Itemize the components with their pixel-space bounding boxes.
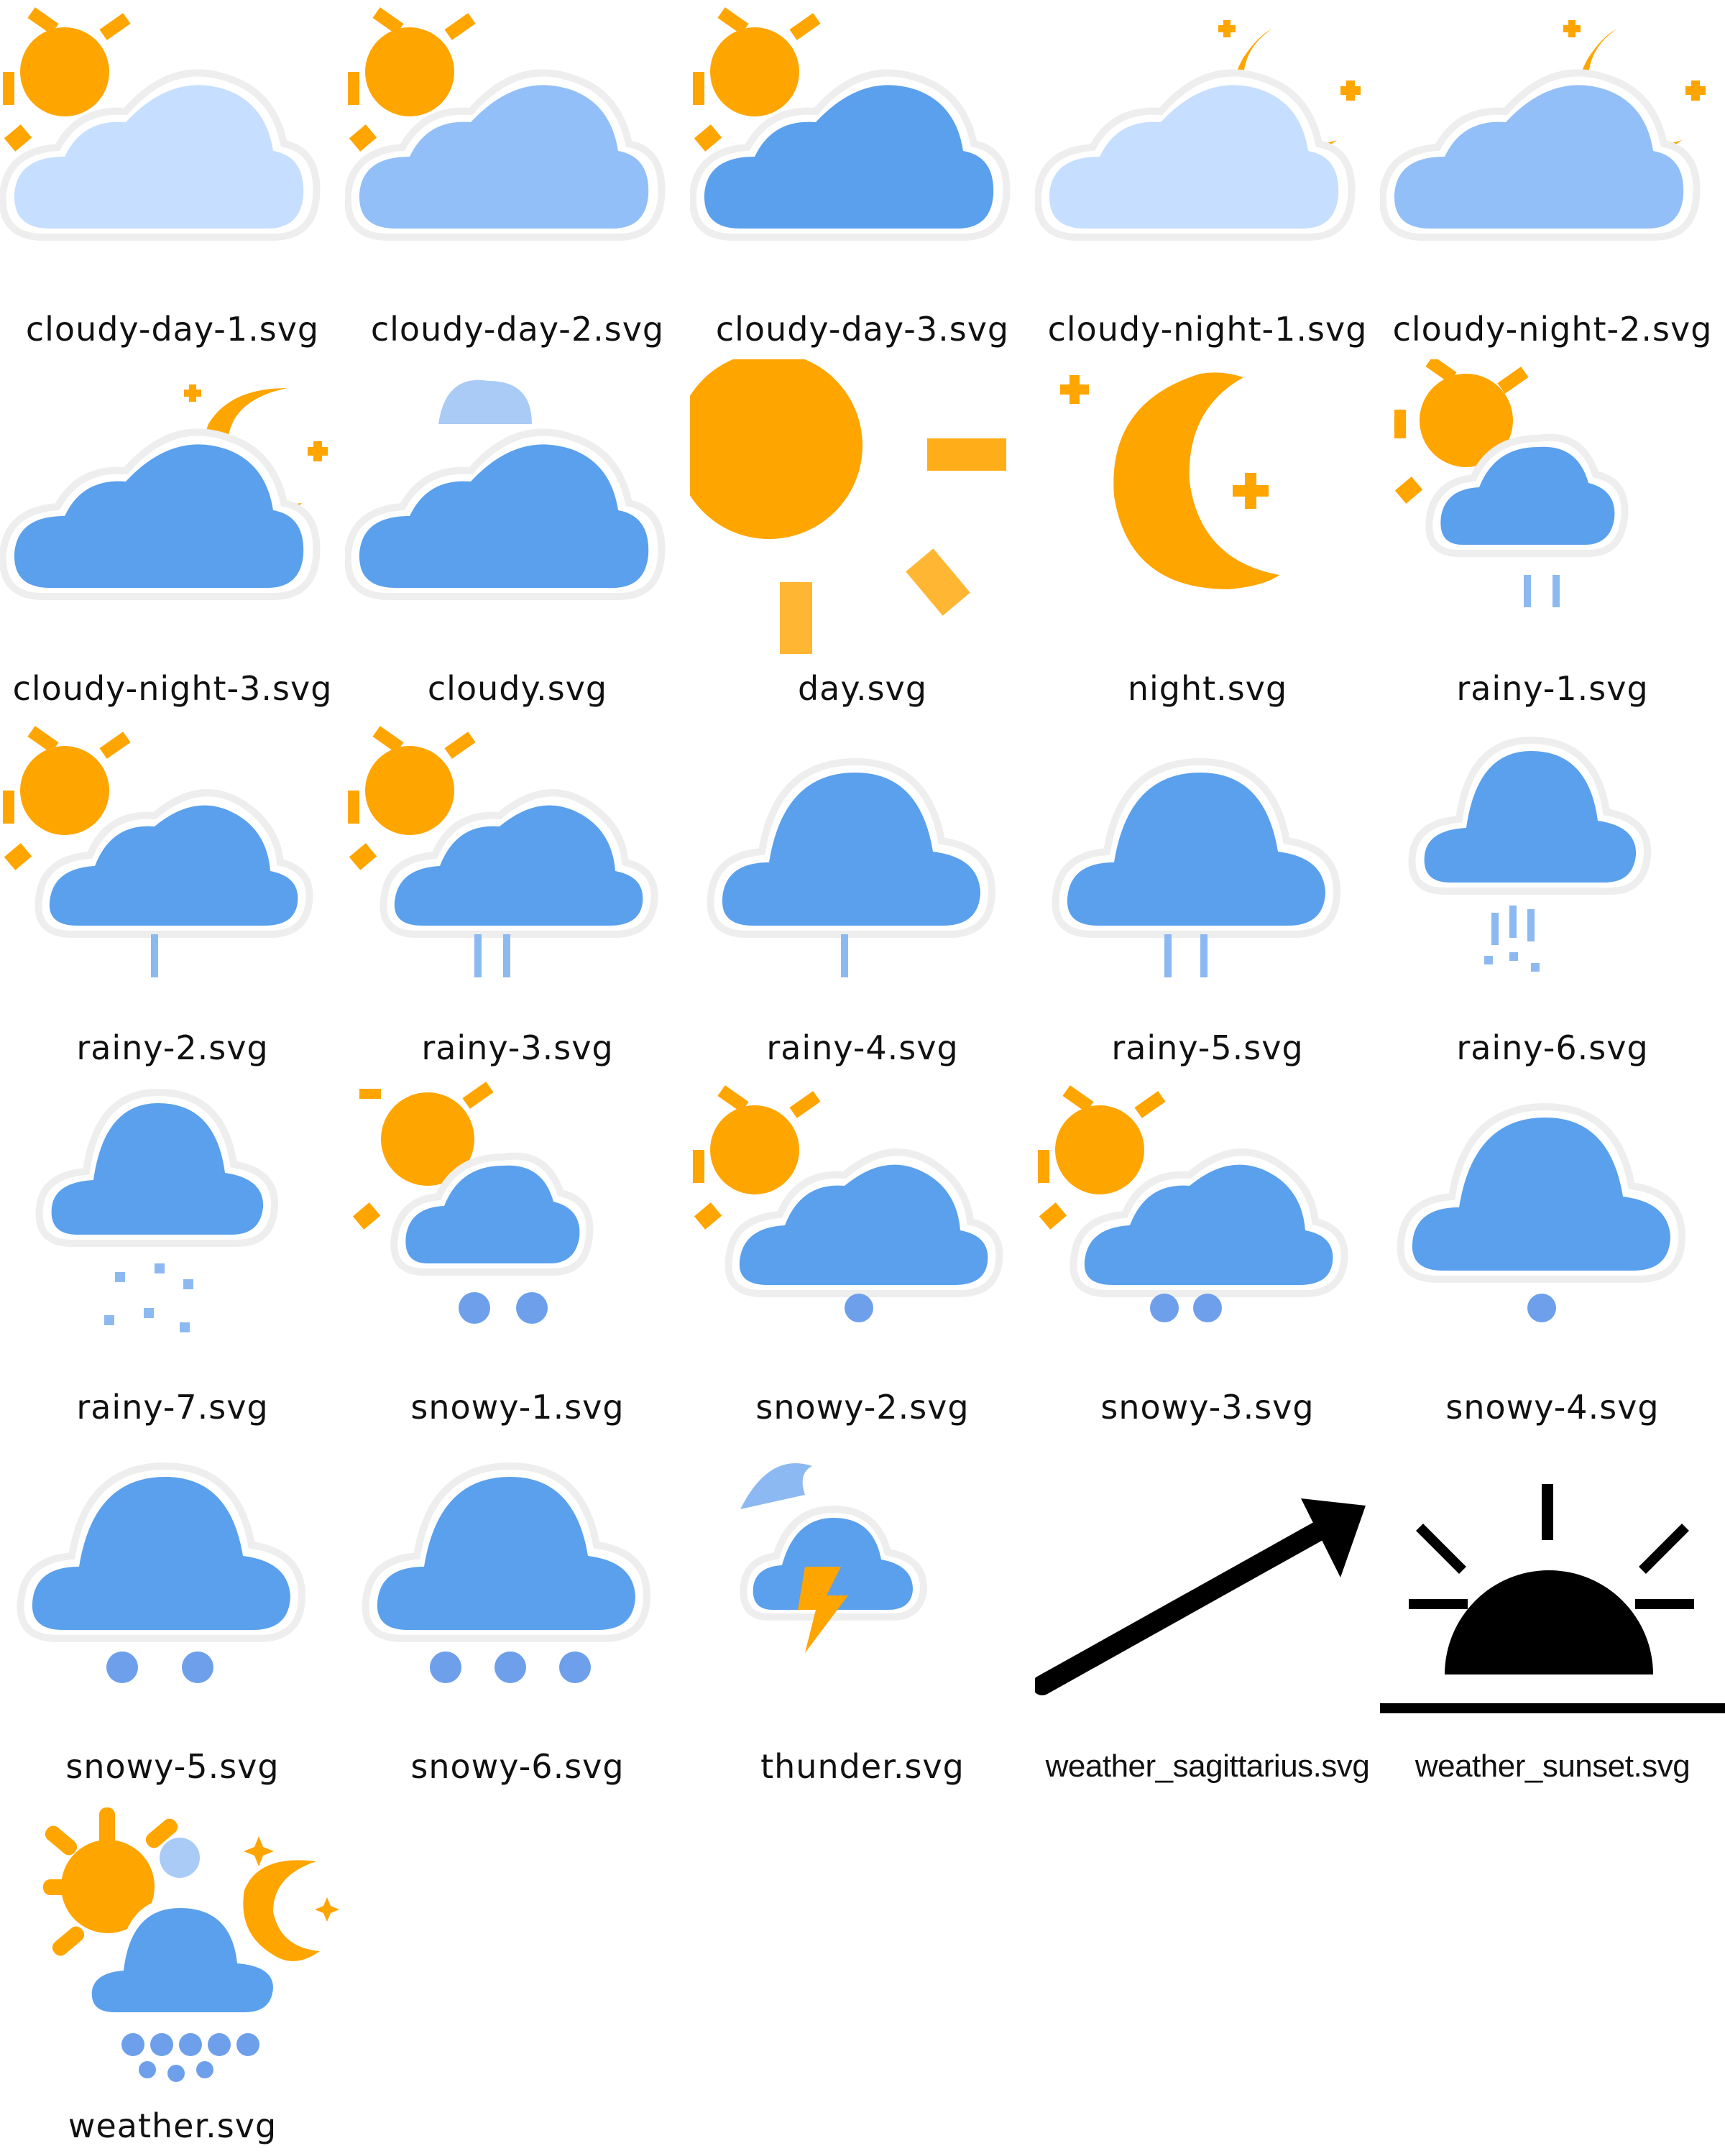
file-name-label: rainy-2.svg xyxy=(76,1028,269,1067)
rainy-1-icon xyxy=(1394,359,1629,607)
arrow-icon xyxy=(1035,1498,1366,1695)
snowy-6-icon xyxy=(362,1462,651,1683)
rainy-4-icon xyxy=(707,757,996,977)
file-name-label: snowy-4.svg xyxy=(1445,1388,1660,1427)
file-tile[interactable]: snowy-1.svg xyxy=(345,1078,690,1437)
file-tile[interactable]: snowy-5.svg xyxy=(0,1437,345,1797)
file-tile[interactable]: weather_sagittarius.svg xyxy=(1035,1437,1380,1797)
file-tile[interactable]: night.svg xyxy=(1035,359,1380,719)
file-tile[interactable]: rainy-1.svg xyxy=(1380,359,1725,719)
file-name-label: snowy-5.svg xyxy=(65,1747,280,1786)
weather-icon xyxy=(43,1807,339,2082)
file-tile[interactable]: cloudy-night-2.svg xyxy=(1380,0,1725,359)
moon-icon xyxy=(1060,372,1279,589)
file-tile[interactable]: cloudy-night-1.svg xyxy=(1035,0,1380,359)
cloudy-day-2-icon xyxy=(345,7,666,241)
file-tile[interactable]: cloudy-day-1.svg xyxy=(0,0,345,359)
file-name-label: rainy-3.svg xyxy=(421,1028,614,1067)
snowy-1-icon xyxy=(352,1082,594,1324)
file-name-label: night.svg xyxy=(1127,669,1288,708)
file-tile[interactable]: rainy-5.svg xyxy=(1035,719,1380,1078)
file-name-label: day.svg xyxy=(797,669,928,708)
file-name-label: weather_sagittarius.svg xyxy=(1045,1749,1370,1784)
file-name-label: cloudy-night-2.svg xyxy=(1392,310,1713,349)
file-name-label: cloudy-day-2.svg xyxy=(370,310,665,349)
file-tile[interactable]: rainy-4.svg xyxy=(690,719,1035,1078)
sun-icon xyxy=(690,359,1006,654)
file-name-label: snowy-1.svg xyxy=(410,1388,625,1427)
rainy-7-icon xyxy=(35,1088,279,1332)
file-name-label: weather.svg xyxy=(68,2106,277,2145)
file-tile[interactable]: snowy-3.svg xyxy=(1035,1078,1380,1437)
file-name-label: snowy-3.svg xyxy=(1100,1388,1315,1427)
cloudy-night-2-icon xyxy=(1380,20,1706,241)
snowy-2-icon xyxy=(693,1085,1003,1322)
file-tile[interactable]: day.svg xyxy=(690,359,1035,719)
file-name-label: rainy-7.svg xyxy=(76,1388,269,1427)
file-tile[interactable]: snowy-2.svg xyxy=(690,1078,1035,1437)
cloudy-night-3-icon xyxy=(0,384,328,600)
snowy-5-icon xyxy=(17,1462,306,1683)
file-tile[interactable]: rainy-6.svg xyxy=(1380,719,1725,1078)
rainy-3-icon xyxy=(348,726,658,977)
cloudy-night-1-icon xyxy=(1035,20,1361,241)
file-tile[interactable]: rainy-7.svg xyxy=(0,1078,345,1437)
rainy-2-icon xyxy=(3,726,313,977)
file-tile[interactable]: rainy-3.svg xyxy=(345,719,690,1078)
file-name-label: rainy-4.svg xyxy=(766,1028,959,1067)
snowy-4-icon xyxy=(1397,1102,1686,1322)
file-tile[interactable]: cloudy-day-2.svg xyxy=(345,0,690,359)
file-tile[interactable]: cloudy-night-3.svg xyxy=(0,359,345,719)
snowy-3-icon xyxy=(1038,1085,1348,1322)
cloudy-day-1-icon xyxy=(0,7,321,241)
file-tile[interactable]: weather.svg xyxy=(0,1797,345,2156)
rainy-5-icon xyxy=(1052,757,1341,977)
file-name-label: snowy-6.svg xyxy=(410,1747,625,1786)
file-tile[interactable]: snowy-6.svg xyxy=(345,1437,690,1797)
file-name-label: cloudy-night-3.svg xyxy=(12,669,333,708)
file-name-label: rainy-5.svg xyxy=(1111,1028,1304,1067)
file-tile[interactable]: thunder.svg xyxy=(690,1437,1035,1797)
file-name-label: rainy-1.svg xyxy=(1456,669,1649,708)
cloudy-day-3-icon xyxy=(690,7,1011,241)
file-name-label: cloudy-night-1.svg xyxy=(1047,310,1368,349)
file-name-label: thunder.svg xyxy=(760,1747,965,1786)
file-name-label: snowy-2.svg xyxy=(755,1388,970,1427)
cloudy-icon xyxy=(345,379,666,600)
file-name-label: weather_sunset.svg xyxy=(1414,1749,1690,1784)
file-tile[interactable]: weather_sunset.svg xyxy=(1380,1437,1725,1797)
file-name-label: cloudy-day-1.svg xyxy=(25,310,320,349)
file-tile[interactable]: cloudy.svg xyxy=(345,359,690,719)
file-tile[interactable]: snowy-4.svg xyxy=(1380,1078,1725,1437)
file-tile[interactable]: rainy-2.svg xyxy=(0,719,345,1078)
thunder-icon xyxy=(740,1463,928,1685)
sunset-icon xyxy=(1380,1484,1725,1713)
file-name-label: rainy-6.svg xyxy=(1456,1028,1649,1067)
rainy-6-icon xyxy=(1408,736,1652,972)
file-name-label: cloudy-day-3.svg xyxy=(715,310,1010,349)
file-name-label: cloudy.svg xyxy=(427,669,608,708)
file-tile[interactable]: cloudy-day-3.svg xyxy=(690,0,1035,359)
